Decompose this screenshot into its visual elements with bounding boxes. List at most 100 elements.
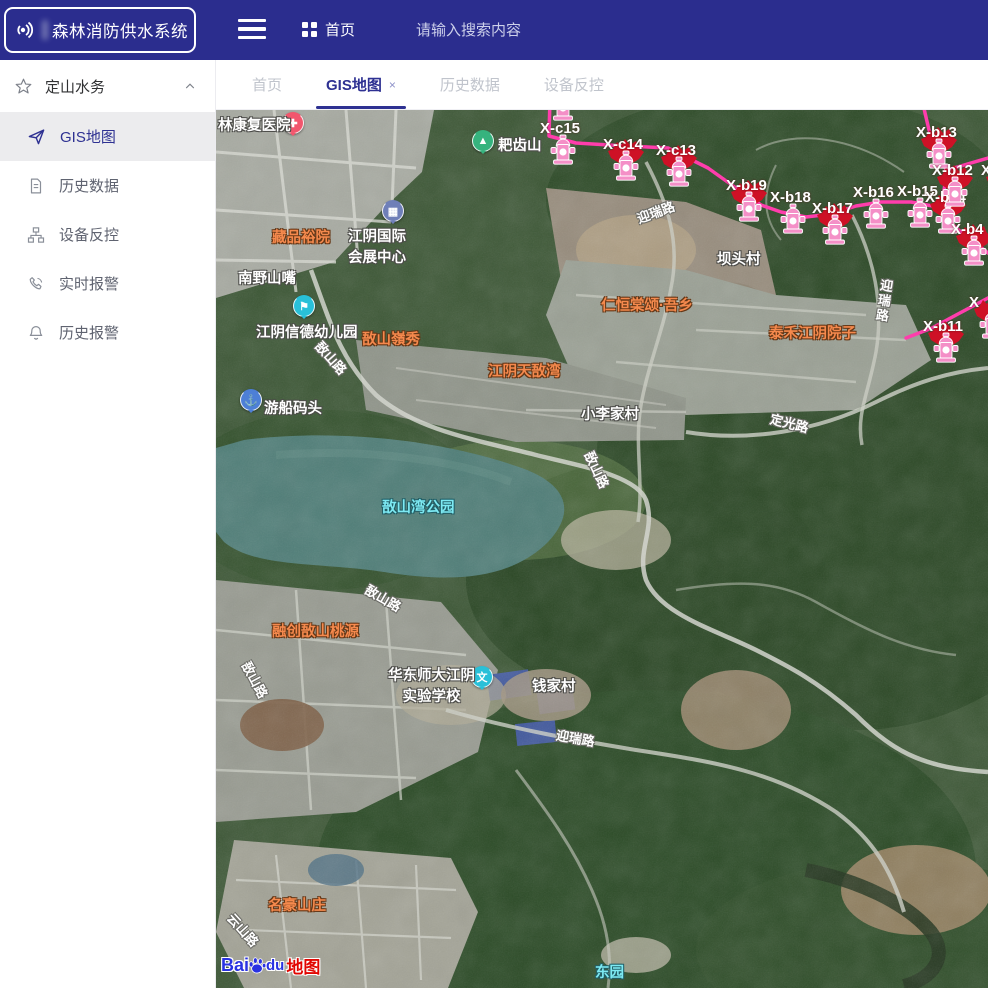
hydrant-marker-X-c13[interactable]: X-c13	[666, 156, 692, 188]
road-label: 敔山路	[238, 658, 273, 701]
poi-mountain-icon: ▲	[472, 130, 494, 152]
marker-label: X-b19	[726, 177, 767, 194]
poi-label: 游船码头	[264, 397, 322, 418]
map-area-label: 坝头村	[717, 248, 761, 269]
tab-label: 首页	[252, 74, 282, 95]
sidebar: 定山水务 GIS地图历史数据设备反控实时报警历史报警	[0, 60, 216, 988]
poi-anchor-icon: ⚓	[240, 389, 262, 411]
poi-label: 林康复医院	[218, 114, 291, 135]
baidu-logo-maptext: 地图	[286, 953, 320, 978]
hydrant-marker-X-b19[interactable]: X-b19	[736, 191, 762, 223]
bell-icon	[27, 324, 45, 342]
hydrant-marker-X-c14[interactable]: X-c14	[613, 150, 639, 182]
marker-label: X	[969, 294, 979, 311]
marker-label: X	[981, 162, 988, 179]
chevron-up-icon	[183, 79, 197, 93]
marker-label: X-b11	[923, 318, 963, 335]
grid-icon	[302, 22, 317, 37]
redacted-logo-text	[42, 20, 48, 40]
sidebar-item-label: 实时报警	[59, 273, 119, 294]
hydrant-marker-X-c15[interactable]: X-c15	[550, 134, 576, 166]
map-area-label: 小李家村	[581, 403, 639, 424]
tab-历史数据[interactable]: 历史数据	[418, 60, 522, 109]
sidebar-item-设备反控[interactable]: 设备反控	[0, 210, 215, 259]
sidebar-menu: GIS地图历史数据设备反控实时报警历史报警	[0, 112, 215, 357]
hydrant-icon	[613, 150, 639, 182]
hydrant-marker-X-b16[interactable]: X-b16	[863, 198, 889, 230]
hydrant-icon	[933, 332, 959, 364]
hydrant-icon	[942, 176, 968, 208]
map-area-label: 南野山嘴	[238, 267, 296, 288]
poi-balloon-icon: ⚑	[293, 295, 315, 317]
close-icon[interactable]: ×	[389, 78, 396, 92]
baidu-logo-bai: Bai	[221, 955, 249, 976]
sidebar-group-dingshan[interactable]: 定山水务	[0, 60, 215, 112]
poi-label: 耙齿山	[498, 134, 542, 155]
sidebar-item-GIS地图[interactable]: GIS地图	[0, 112, 215, 161]
tab-GIS地图[interactable]: GIS地图×	[304, 60, 418, 109]
hydrant-marker-X[interactable]: X	[979, 308, 988, 340]
sidebar-item-历史数据[interactable]: 历史数据	[0, 161, 215, 210]
phone-icon	[27, 275, 45, 293]
sidebar-item-历史报警[interactable]: 历史报警	[0, 308, 215, 357]
baidu-maps-logo: Bai du 地图	[221, 953, 320, 978]
road-label: 敔山路	[311, 337, 351, 379]
hydrant-icon	[863, 198, 889, 230]
baidu-paw-icon	[247, 956, 267, 976]
doc-icon	[27, 177, 45, 195]
map-area-label: 敔山湾公园	[382, 496, 455, 517]
map-area-label: 融创敔山桃源	[272, 620, 359, 641]
sidebar-item-实时报警[interactable]: 实时报警	[0, 259, 215, 308]
poi-label: 华东师大江阴 实验学校	[388, 664, 475, 706]
hydrant-marker-X-b11[interactable]: X-b11	[933, 332, 959, 364]
map-area-label: 仁恒棠颂·吾乡	[601, 294, 693, 315]
hydrant-marker-X-b17[interactable]: X-b17	[822, 214, 848, 246]
hydrant-marker-X-b12[interactable]: X-b12	[942, 176, 968, 208]
hydrant-icon	[780, 203, 806, 235]
marker-label: X-b18	[770, 189, 811, 206]
hydrant-marker-X-b4[interactable]: X-b4	[961, 235, 987, 267]
home-breadcrumb[interactable]: 首页	[302, 19, 355, 40]
tab-label: 设备反控	[544, 74, 604, 95]
poi-label: 江阴国际 会展中心	[348, 225, 406, 267]
marker-label: X-c13	[656, 142, 696, 159]
send-icon	[27, 127, 46, 146]
tab-设备反控[interactable]: 设备反控	[522, 60, 626, 109]
marker-label: X-b13	[916, 124, 957, 141]
sidebar-item-label: GIS地图	[60, 126, 116, 147]
road-label: 迎瑞路	[555, 725, 597, 750]
marker-label: X-c14	[603, 136, 643, 153]
map-area-label: 钱家村	[532, 675, 576, 696]
search-input[interactable]	[416, 14, 646, 46]
tab-label: 历史数据	[440, 74, 500, 95]
sidebar-group-label: 定山水务	[45, 76, 171, 97]
sonar-logo-icon	[12, 17, 38, 43]
poi-building-icon: ▦	[382, 200, 404, 222]
tab-首页[interactable]: 首页	[230, 60, 304, 109]
sidebar-item-label: 历史数据	[59, 175, 119, 196]
sitemap-icon	[27, 226, 45, 244]
marker-label: X-b16	[853, 184, 894, 201]
map-area-label: 名豪山庄	[268, 894, 326, 915]
tab-bar: 首页 GIS地图× 历史数据 设备反控	[216, 60, 988, 110]
star-icon	[14, 77, 33, 96]
map-area-label: 东园	[595, 961, 624, 982]
map-area-label: 江阴天敔湾	[488, 360, 561, 381]
marker-label: X-b12	[932, 162, 973, 179]
gis-map-canvas[interactable]: 迎瑞路迎 瑞 路敔山路定光路敔山路敔山路敔山路迎瑞路云山路藏品裕院南野山嘴坝头村…	[216, 110, 988, 988]
hydrant-icon	[979, 308, 988, 340]
road-label: 迎 瑞 路	[875, 277, 894, 323]
hydrant-icon	[822, 214, 848, 246]
hydrant-marker-X-b18[interactable]: X-b18	[780, 203, 806, 235]
baidu-logo-du: du	[266, 957, 284, 974]
hydrant-icon	[550, 134, 576, 166]
map-area-label: 泰禾江阴院子	[769, 322, 856, 343]
marker-label: X-c15	[540, 120, 580, 137]
road-label: 迎瑞路	[634, 196, 677, 227]
menu-toggle-icon[interactable]	[238, 16, 266, 42]
map-overlay: 迎瑞路迎 瑞 路敔山路定光路敔山路敔山路敔山路迎瑞路云山路藏品裕院南野山嘴坝头村…	[216, 110, 988, 988]
app-header: 森林消防供水系统 首页	[0, 0, 988, 60]
marker-label: X-b4	[951, 221, 984, 238]
marker-label: X-b17	[812, 200, 853, 217]
app-logo: 森林消防供水系统	[4, 7, 196, 53]
